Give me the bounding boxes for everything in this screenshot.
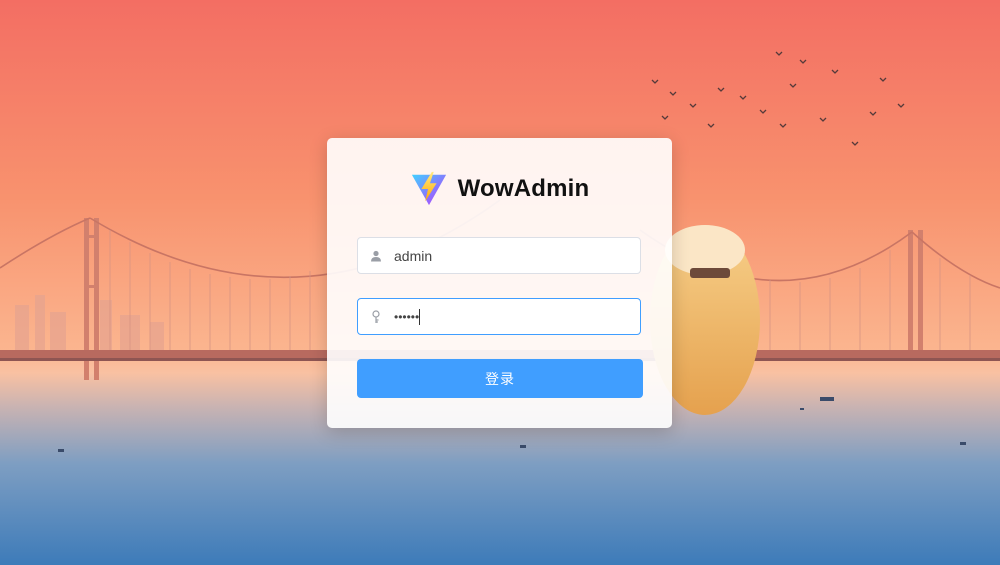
password-input[interactable]: •••••• xyxy=(394,310,419,324)
vite-logo-icon xyxy=(411,171,446,206)
username-field[interactable] xyxy=(357,237,641,274)
brand-header: WowAdmin xyxy=(327,170,672,208)
text-caret xyxy=(419,308,421,325)
key-icon xyxy=(358,299,394,334)
login-card: WowAdmin •••••• 登录 xyxy=(327,138,672,428)
username-input[interactable] xyxy=(394,238,640,273)
login-button[interactable]: 登录 xyxy=(357,359,643,398)
app-title: WowAdmin xyxy=(457,175,590,202)
user-icon xyxy=(358,238,394,273)
password-field[interactable]: •••••• xyxy=(357,298,641,335)
